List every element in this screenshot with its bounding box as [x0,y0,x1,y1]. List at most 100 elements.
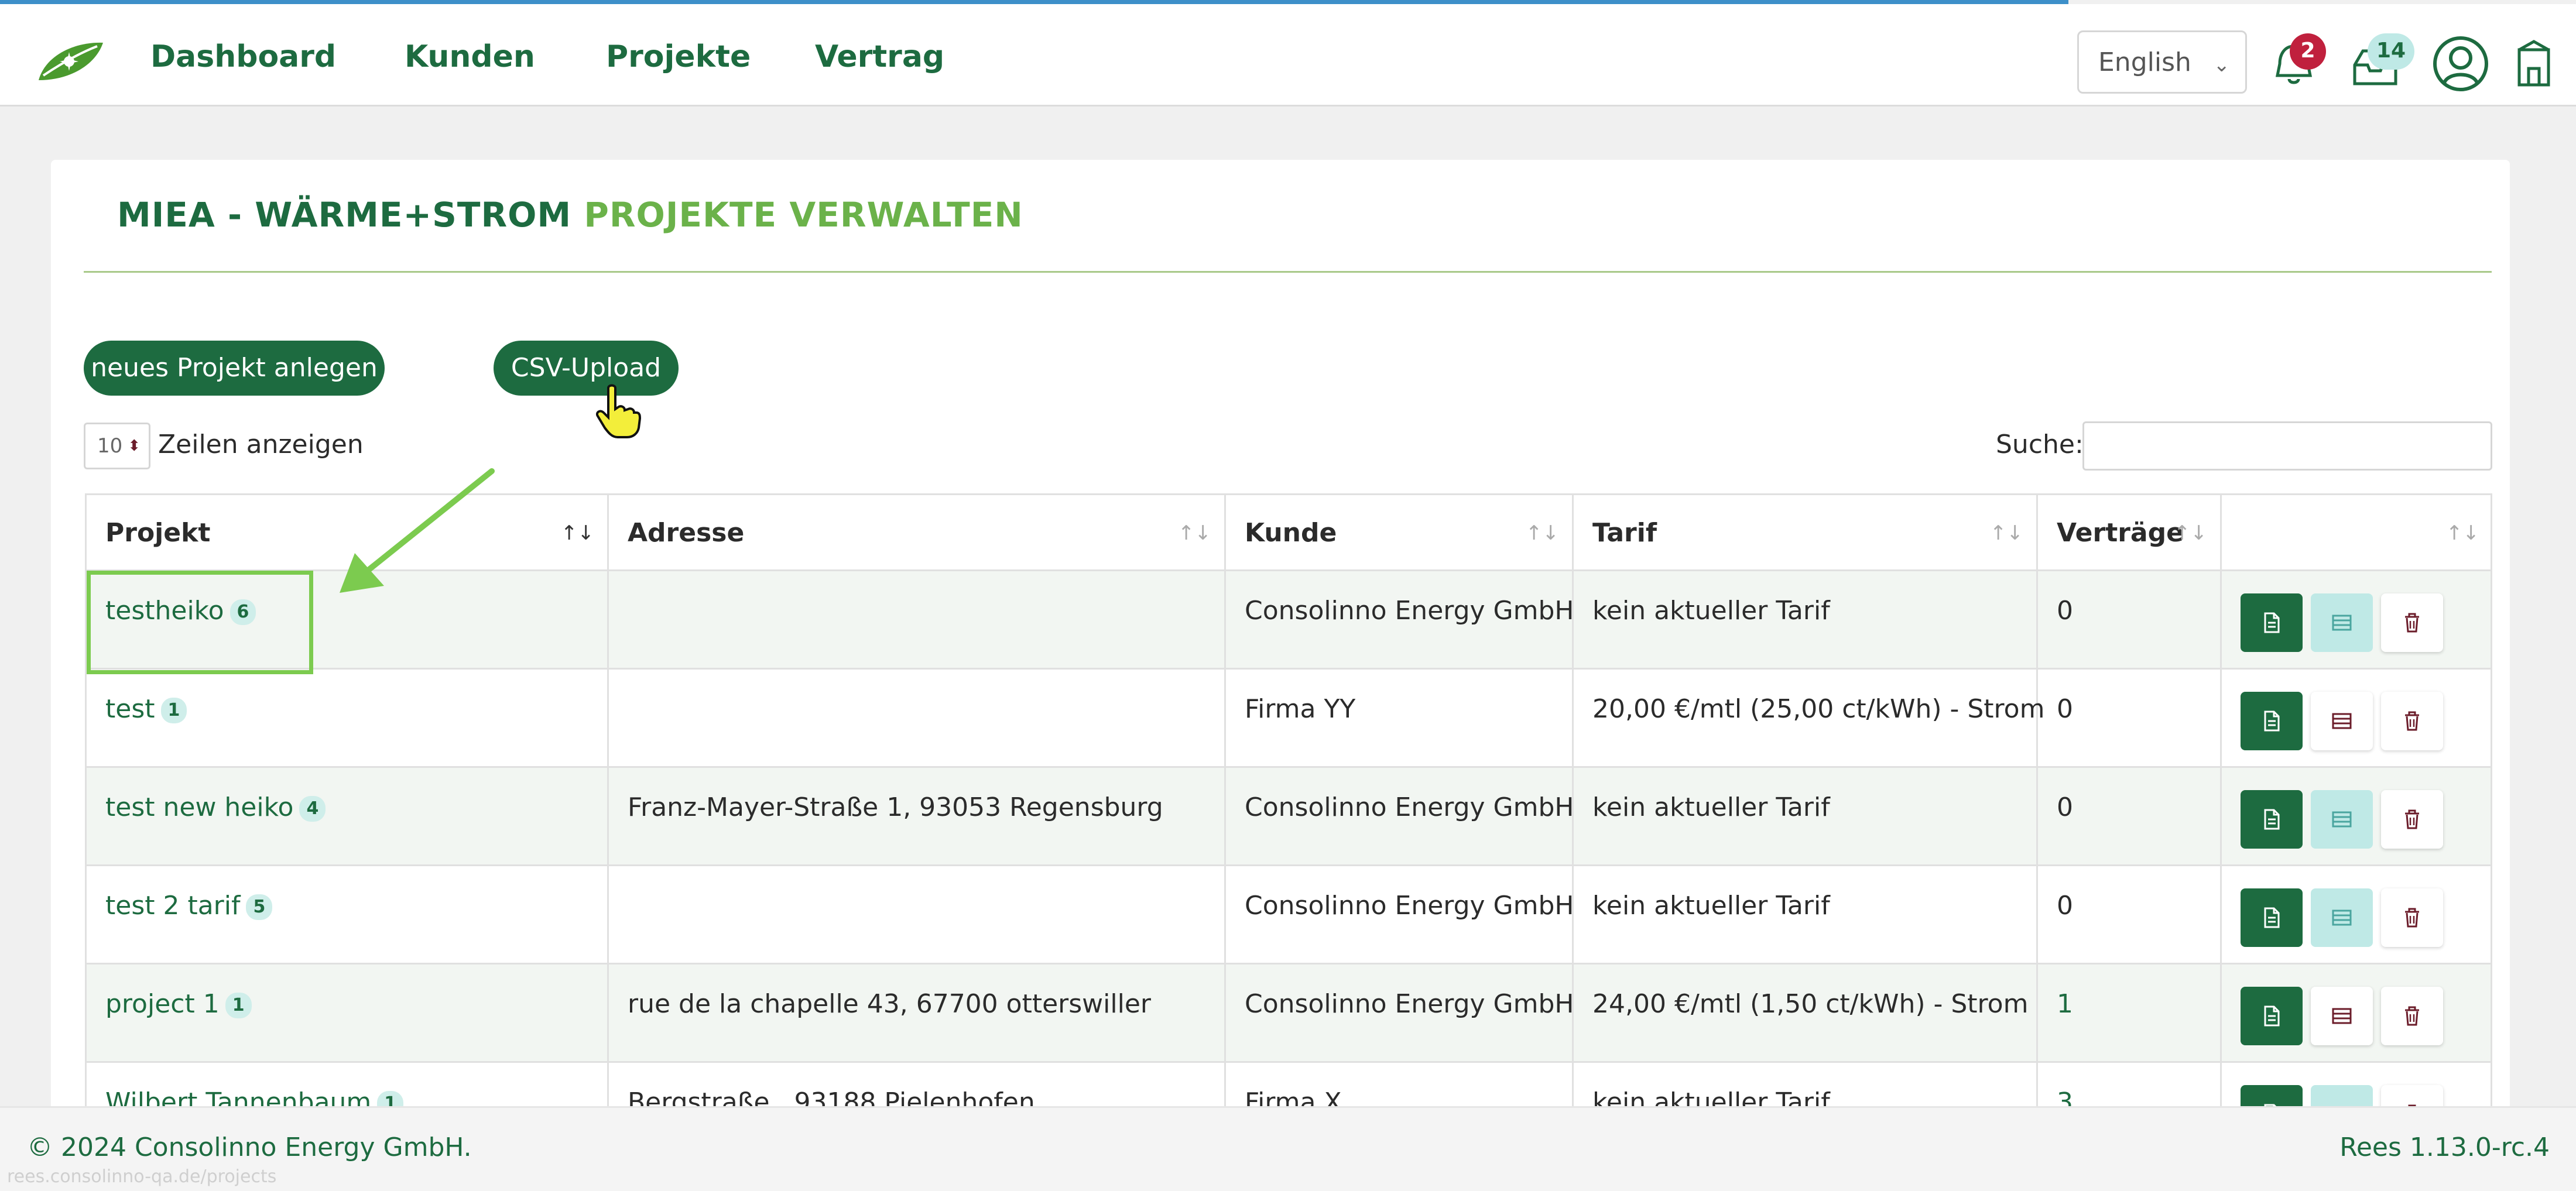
project-count-badge: 4 [299,796,326,822]
page-length-select[interactable]: 10 ⬍ [84,423,150,469]
notifications-count-badge: 2 [2290,33,2326,70]
column-header-tarif[interactable]: Tarif ↑↓ [1574,495,2038,571]
actions-cell [2222,670,2492,766]
top-navigation: Dashboard Kunden Projekte Vertrag Englis… [0,4,2576,107]
document-icon [2264,612,2280,633]
column-header-label: Projekt [105,518,211,548]
download-pdf-button[interactable] [2241,888,2303,947]
list-view-button[interactable] [2311,888,2373,947]
notifications-button[interactable]: 2 [2270,33,2326,91]
delete-button[interactable] [2381,593,2443,652]
tariff-cell: 24,00 €/mtl (1,50 ct/kWh) - Strom [1574,965,2038,1061]
table-row: project 1 1 rue de la chapelle 43, 67700 o… [85,965,2492,1063]
column-header-label: Verträge [2057,518,2184,548]
address-cell [609,571,1226,668]
list-view-button[interactable] [2311,692,2373,750]
tariff-cell: 20,00 €/mtl (25,00 ct/kWh) - Strom [1574,670,2044,766]
column-header-adresse[interactable]: Adresse ↑↓ [609,495,1226,571]
updown-arrows-icon: ⬍ [128,437,141,455]
project-count-badge: 1 [225,993,252,1018]
sort-icon: ↑↓ [2446,521,2479,545]
search-input[interactable] [2082,421,2492,471]
highlight-box [87,571,313,674]
page-title-prefix: MIEA - WÄRME+STROM [117,195,572,235]
project-cell: project 11 [87,965,609,1061]
delete-button[interactable] [2381,987,2443,1045]
download-pdf-button[interactable] [2241,593,2303,652]
nav-vertrag[interactable]: Vertrag [815,39,944,74]
arrow-annotation-icon [340,468,495,593]
building-exit-icon [2517,40,2550,87]
nav-projekte[interactable]: Projekte [606,39,751,74]
sort-desc-icon: ↑↓ [561,521,594,545]
hand-cursor-icon [596,384,641,438]
trash-icon [2405,809,2419,829]
download-pdf-button[interactable] [2241,790,2303,849]
new-project-button[interactable]: neues Projekt anlegen [84,341,385,396]
list-icon [2332,615,2352,631]
sort-icon: ↑↓ [2174,521,2207,545]
delete-button[interactable] [2381,790,2443,849]
contracts-cell: 0 [2038,670,2222,766]
document-icon [2264,711,2280,732]
project-cell: test new heiko 4 [87,768,609,864]
project-count-badge: 5 [246,894,273,920]
actions-cell [2222,866,2492,963]
customer-cell: Firma YY [1226,670,1574,766]
address-cell [609,866,1226,963]
status-url: rees.consolinno-qa.de/projects [7,1166,277,1187]
project-link[interactable]: test 2 tarif [105,891,240,921]
actions-cell [2222,965,2492,1061]
download-pdf-button[interactable] [2241,987,2303,1045]
customer-cell: Consolinno Energy GmbH [1226,768,1574,864]
customer-cell: Consolinno Energy GmbH [1226,571,1574,668]
chevron-down-icon: ⌄ [2213,53,2231,77]
table-row: test new heiko 4 Franz-Mayer-Straße 1, 930… [85,768,2492,866]
list-view-button[interactable] [2311,790,2373,849]
contracts-cell: 0 [2038,866,2222,963]
trash-icon [2405,908,2419,928]
logout-button[interactable] [2513,38,2560,91]
contracts-cell: 0 [2038,571,2222,668]
project-link[interactable]: project 1 [105,989,220,1019]
list-view-button[interactable] [2311,987,2373,1045]
csv-upload-button[interactable]: CSV-Upload [494,341,679,396]
address-cell: rue de la chapelle 43, 67700 otterswille… [609,965,1226,1061]
tariff-cell: kein aktueller Tarif [1574,768,2038,864]
language-select[interactable]: English ⌄ [2077,30,2247,94]
page-loading-bar [0,0,2068,4]
user-avatar-icon [2433,36,2488,91]
nav-kunden[interactable]: Kunden [405,39,535,74]
contracts-cell: 0 [2038,768,2222,864]
list-icon [2332,1008,2352,1024]
actions-cell [2222,768,2492,864]
table-row: test 2 tarif 5 Consolinno Energy GmbH kein … [85,866,2492,965]
document-icon [2264,809,2280,830]
project-link[interactable]: test new heiko [105,792,293,822]
page-footer: © 2024 Consolinno Energy GmbH. Rees 1.13… [0,1106,2576,1191]
nav-dashboard[interactable]: Dashboard [150,39,336,74]
project-cell: test 1 [87,670,609,766]
delete-button[interactable] [2381,692,2443,750]
column-header-actions[interactable]: ↑↓ [2222,495,2492,571]
page-title: MIEA - WÄRME+STROM PROJEKTE VERWALTEN [117,195,1023,235]
column-header-kunde[interactable]: Kunde ↑↓ [1226,495,1574,571]
list-icon [2332,811,2352,828]
title-divider [84,271,2492,273]
messages-button[interactable]: 14 [2349,33,2414,91]
messages-count-badge: 14 [2368,33,2414,70]
search-label: Suche: [1996,430,2084,459]
column-header-vertraege[interactable]: Verträge ↑↓ [2038,495,2222,571]
delete-button[interactable] [2381,888,2443,947]
language-select-value: English [2098,47,2191,77]
table-row: test 1 Firma YY 20,00 €/mtl (25,00 ct/kWh) … [85,670,2492,768]
page-title-suffix: PROJEKTE VERWALTEN [584,195,1023,235]
project-link[interactable]: test [105,694,155,724]
company-logo-icon[interactable] [35,38,105,85]
list-view-button[interactable] [2311,593,2373,652]
contracts-cell[interactable]: 1 [2038,965,2222,1061]
column-header-label: Tarif [1592,518,1657,548]
download-pdf-button[interactable] [2241,692,2303,750]
user-profile-button[interactable] [2431,35,2490,93]
sort-icon: ↑↓ [1526,521,1559,545]
